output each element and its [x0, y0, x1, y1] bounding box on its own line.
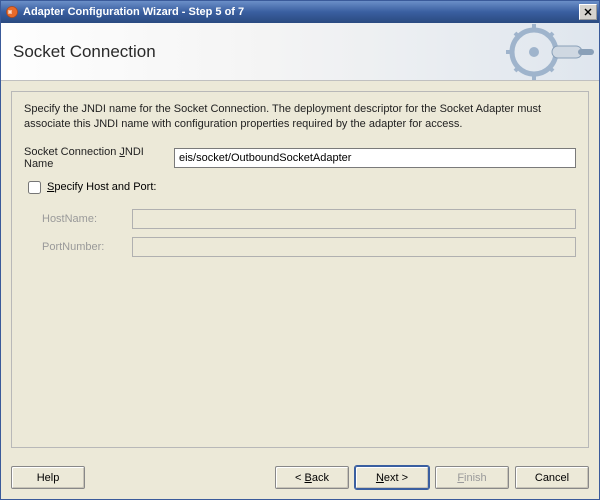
jndi-name-input[interactable]	[174, 148, 576, 168]
app-icon	[5, 5, 19, 19]
window-title: Adapter Configuration Wizard - Step 5 of…	[23, 6, 579, 18]
header-graphic-icon	[479, 23, 599, 80]
page-title: Socket Connection	[13, 42, 156, 62]
jndi-name-row: Socket Connection JNDI Name	[24, 146, 576, 170]
host-port-block: HostName: PortNumber:	[24, 209, 576, 257]
hostname-row: HostName:	[42, 209, 576, 229]
description-text: Specify the JNDI name for the Socket Con…	[24, 102, 576, 132]
cancel-button[interactable]: Cancel	[515, 466, 589, 489]
portnumber-input	[132, 237, 576, 257]
wizard-window: Adapter Configuration Wizard - Step 5 of…	[0, 0, 600, 500]
title-bar: Adapter Configuration Wizard - Step 5 of…	[1, 1, 599, 23]
content-area: Specify the JNDI name for the Socket Con…	[1, 81, 599, 458]
hostname-label: HostName:	[42, 213, 132, 225]
specify-host-port-checkbox[interactable]	[28, 181, 41, 194]
main-frame: Specify the JNDI name for the Socket Con…	[11, 91, 589, 448]
portnumber-row: PortNumber:	[42, 237, 576, 257]
hostname-input	[132, 209, 576, 229]
next-button[interactable]: Next >	[355, 466, 429, 489]
specify-host-port-row: Specify Host and Port:	[24, 178, 576, 197]
specify-host-port-label: Specify Host and Port:	[47, 181, 156, 193]
jndi-name-label: Socket Connection JNDI Name	[24, 146, 174, 170]
back-button[interactable]: < Back	[275, 466, 349, 489]
help-button[interactable]: Help	[11, 466, 85, 489]
button-bar: Help < Back Next > Finish Cancel	[1, 458, 599, 499]
finish-button: Finish	[435, 466, 509, 489]
close-button[interactable]	[579, 4, 597, 20]
portnumber-label: PortNumber:	[42, 241, 132, 253]
wizard-header: Socket Connection	[1, 23, 599, 81]
